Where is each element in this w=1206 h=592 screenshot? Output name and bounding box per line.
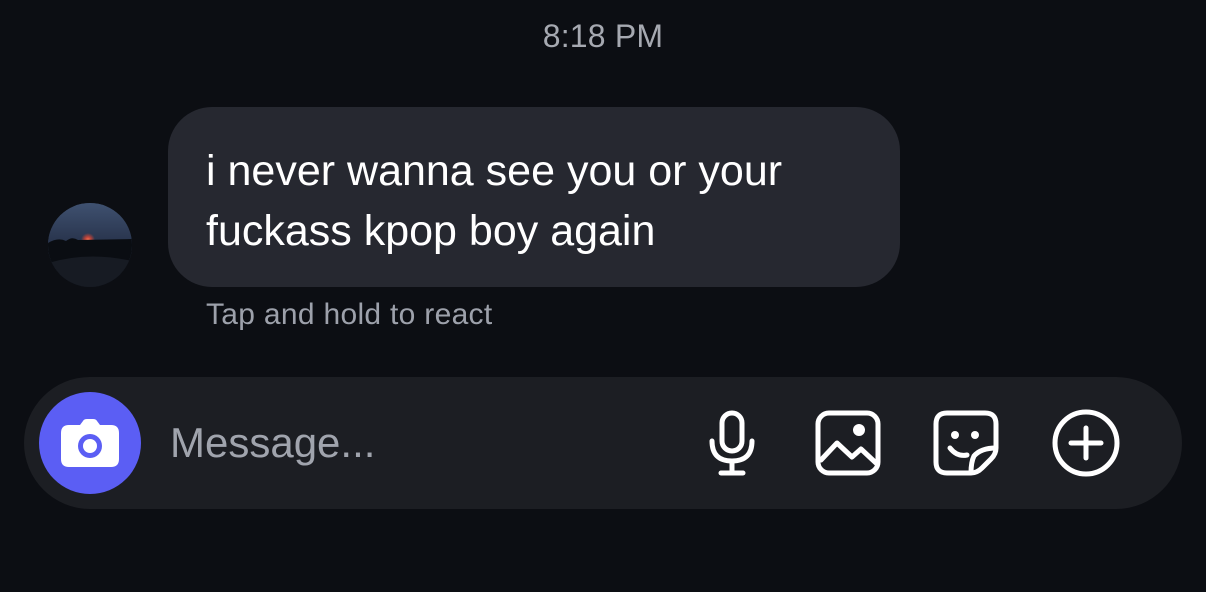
sticker-icon bbox=[933, 410, 999, 476]
message-text-line-2: fuckass kpop boy again bbox=[206, 207, 656, 255]
received-message-bubble[interactable]: i never wanna see you or your fuckass kp… bbox=[168, 107, 900, 287]
message-timestamp: 8:18 PM bbox=[542, 18, 664, 54]
camera-button[interactable] bbox=[39, 392, 141, 494]
sender-avatar[interactable] bbox=[48, 203, 132, 287]
react-hint: Tap and hold to react bbox=[206, 298, 493, 331]
voice-message-button[interactable] bbox=[694, 405, 770, 481]
more-options-button[interactable] bbox=[1048, 405, 1124, 481]
sticker-button[interactable] bbox=[928, 405, 1004, 481]
message-text-line-1: i never wanna see you or your bbox=[206, 147, 783, 195]
camera-icon bbox=[61, 419, 119, 467]
gallery-icon bbox=[815, 410, 881, 476]
plus-circle-icon bbox=[1052, 409, 1120, 477]
microphone-icon bbox=[709, 410, 755, 476]
message-input[interactable] bbox=[170, 411, 670, 475]
gallery-button[interactable] bbox=[810, 405, 886, 481]
message-composer bbox=[24, 377, 1182, 509]
avatar-photo bbox=[48, 203, 132, 287]
